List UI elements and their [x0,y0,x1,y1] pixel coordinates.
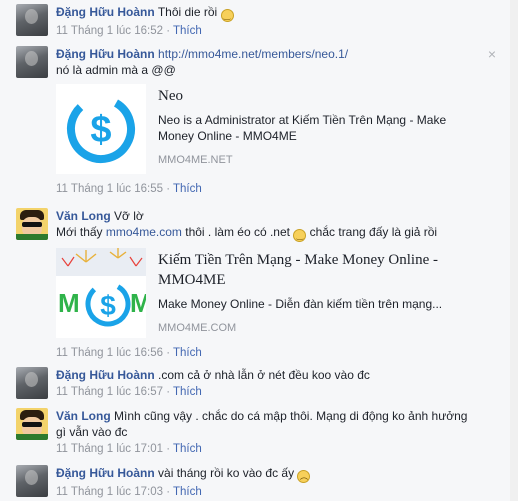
dollar-coin-icon: $ [67,95,135,163]
like-button[interactable]: Thích [173,25,202,37]
comment-author[interactable]: Văn Long [56,209,111,223]
preview-domain: MMO4ME.COM [158,322,237,334]
avatar[interactable] [16,367,48,399]
comment-author[interactable]: Đặng Hữu Hoànn [56,466,155,480]
like-button[interactable]: Thích [173,386,202,398]
comment-text: nó là admin mà a @@ [56,63,176,77]
comment-text: Vỡ lờ [114,209,144,223]
close-icon[interactable]: × [488,46,496,62]
like-button[interactable]: Thích [173,486,202,498]
comment: Đặng Hữu Hoànn Thôi die rồi ‿ 11 Tháng 1… [16,4,496,39]
preview-title[interactable]: Neo [158,86,456,106]
avatar[interactable] [16,465,48,497]
comment-link[interactable]: http://mmo4me.net/members/neo.1/ [158,47,348,61]
comment-timestamp[interactable]: 11 Tháng 1 lúc 17:01 [56,443,163,455]
comment: Văn Long Vỡ lờ Mới thấy mmo4me.com thôi … [16,208,496,361]
preview-title[interactable]: Kiếm Tiền Trên Mạng - Make Money Online … [158,250,456,290]
comment-text: thôi . làm éo có .net [185,225,290,239]
preview-description: Neo is a Administrator at Kiếm Tiền Trên… [158,113,447,143]
comment-text: chắc trang đấy là giả rồi [309,225,438,239]
comment-timestamp[interactable]: 11 Tháng 1 lúc 17:03 [56,486,163,498]
comment-text: gì vẫn vào đc [56,425,128,439]
svg-text:$: $ [90,109,111,151]
svg-text:M: M [58,288,80,318]
frown-emoji-icon: ︵ [297,470,311,483]
link-preview-card[interactable]: M M $ Kiếm Tiền Trên Mạng - Make Money O… [56,248,456,338]
smirk-emoji-icon: ‿ [293,229,307,242]
avatar[interactable] [16,46,48,78]
like-button[interactable]: Thích [173,347,202,359]
svg-text:$: $ [100,290,116,321]
preview-thumbnail: $ [56,84,146,174]
comment-thread: Đặng Hữu Hoànn Thôi die rồi ‿ 11 Tháng 1… [0,0,510,501]
comment-link[interactable]: mmo4me.com [106,225,182,239]
avatar[interactable] [16,4,48,36]
comment-author[interactable]: Đặng Hữu Hoànn [56,5,155,19]
comment-timestamp[interactable]: 11 Tháng 1 lúc 16:52 [56,25,163,37]
like-button[interactable]: Thích [173,183,202,195]
comment-text: Mới thấy [56,225,103,239]
comment: × Đặng Hữu Hoànn http://mmo4me.net/membe… [16,46,496,197]
comment-author[interactable]: Văn Long [56,409,111,423]
comment: Văn Long Mình cũng vậy . chắc do cá mập … [16,408,496,457]
like-button[interactable]: Thích [173,443,202,455]
preview-description: Make Money Online - Diễn đàn kiếm tiền t… [158,297,443,311]
link-preview-card[interactable]: $ Neo Neo is a Administrator at Kiếm Tiề… [56,84,456,174]
comment: Đặng Hữu Hoànn .com cả ở nhà lẫn ở nét đ… [16,367,496,400]
comment-text: Mình cũng vậy . chắc do cá mập thôi. Mạn… [114,409,468,423]
comment-text: .com cả ở nhà lẫn ở nét đều koo vào đc [158,368,370,382]
preview-domain: MMO4ME.NET [158,154,233,166]
avatar[interactable] [16,408,48,440]
scrollbar[interactable] [510,0,518,501]
comment-text: vài tháng rồi ko vào đc ấy [158,466,295,480]
comment-author[interactable]: Đặng Hữu Hoànn [56,368,155,382]
smirk-emoji-icon: ‿ [220,9,234,22]
dollar-coin-icon: M M $ [56,248,146,327]
comment-timestamp[interactable]: 11 Tháng 1 lúc 16:57 [56,386,163,398]
avatar[interactable] [16,208,48,240]
preview-thumbnail: M M $ [56,248,146,338]
comment-text: Thôi die rồi [157,5,218,19]
comment-author[interactable]: Đặng Hữu Hoànn [56,47,155,61]
comment-timestamp[interactable]: 11 Tháng 1 lúc 16:56 [56,347,163,359]
comment-timestamp[interactable]: 11 Tháng 1 lúc 16:55 [56,183,163,195]
comment: Đặng Hữu Hoànn vài tháng rồi ko vào đc ấ… [16,465,496,500]
svg-text:M: M [130,288,146,318]
